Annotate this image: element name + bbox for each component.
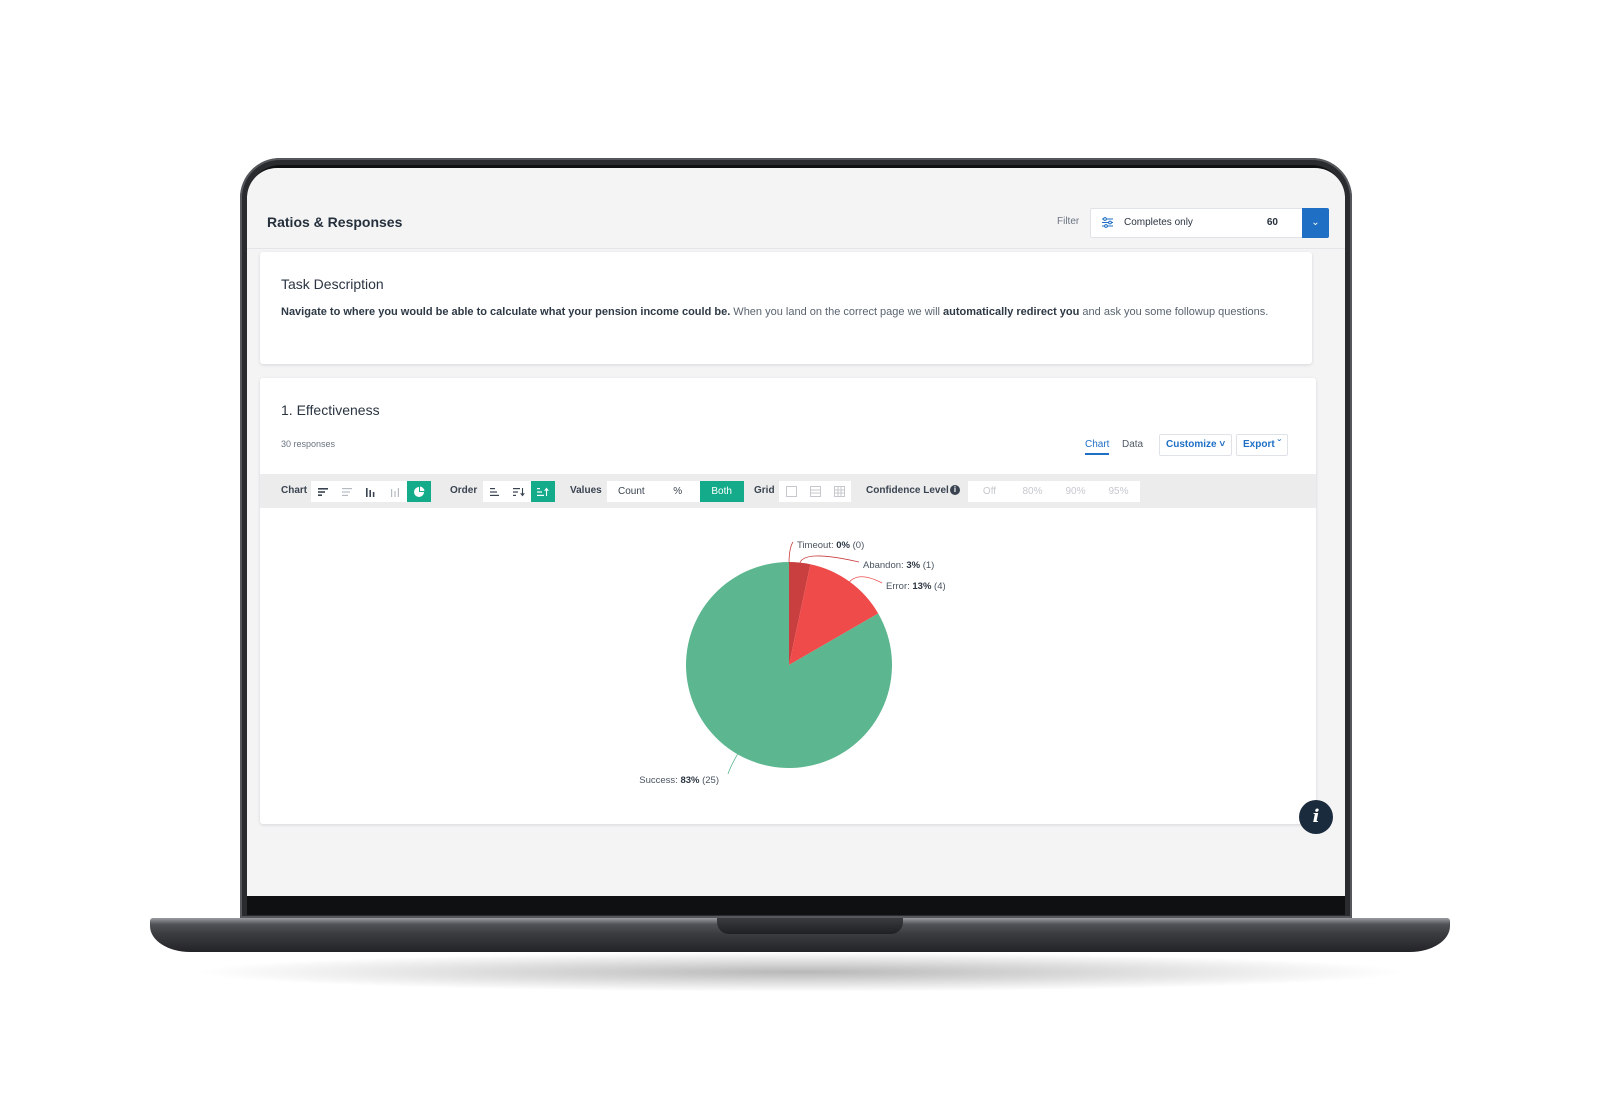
filter-dropdown-button[interactable]: ⌄ bbox=[1302, 208, 1329, 238]
sliders-icon bbox=[1102, 217, 1113, 228]
page-title: Ratios & Responses bbox=[267, 214, 403, 230]
sort-default-icon[interactable] bbox=[483, 481, 507, 502]
responses-count: 30 responses bbox=[281, 439, 336, 449]
grid-none-icon[interactable] bbox=[779, 481, 803, 502]
chevron-down-icon: ⌄ bbox=[1311, 217, 1320, 228]
leader-line-timeout bbox=[788, 541, 794, 565]
sort-ascending-icon[interactable] bbox=[531, 481, 555, 502]
values-group: Count % Both bbox=[607, 481, 744, 502]
grid-label: Grid bbox=[754, 485, 775, 496]
pie-label-error: Error: 13% (4) bbox=[886, 581, 946, 592]
leader-line-abandon bbox=[799, 555, 860, 565]
effectiveness-card: 1. Effectiveness 30 responses Chart Data… bbox=[260, 378, 1316, 824]
customize-label: Customize bbox=[1166, 439, 1217, 450]
confidence-80-button[interactable]: 80% bbox=[1011, 481, 1054, 502]
order-label: Order bbox=[450, 485, 478, 496]
grid-rows-icon[interactable] bbox=[803, 481, 827, 502]
chart-type-group bbox=[311, 481, 431, 502]
confidence-95-button[interactable]: 95% bbox=[1097, 481, 1140, 502]
task-text-plain-1: When you land on the correct page we wil… bbox=[730, 306, 944, 318]
order-group bbox=[483, 481, 555, 502]
confidence-label: Confidence Level bbox=[866, 485, 949, 496]
bar-horizontal-icon[interactable] bbox=[311, 481, 335, 502]
chevron-up-icon: ˅ bbox=[1219, 439, 1226, 450]
header-bar: Ratios & Responses Filter Completes only… bbox=[247, 196, 1345, 249]
info-icon[interactable]: i bbox=[950, 485, 960, 495]
values-label: Values bbox=[570, 485, 602, 496]
chart-area: Timeout: 0% (0) Abandon: 3% (1) Error: 13%… bbox=[260, 508, 1316, 824]
column-stacked-icon[interactable] bbox=[383, 481, 407, 502]
chart-toolbar: Chart Order Values Count % Both Grid Con… bbox=[260, 474, 1316, 508]
screen: Ratios & Responses Filter Completes only… bbox=[247, 168, 1345, 896]
bar-vertical-icon[interactable] bbox=[359, 481, 383, 502]
filter-count: 60 bbox=[1266, 217, 1278, 228]
filter-label: Filter bbox=[1057, 216, 1080, 227]
customize-button[interactable]: Customize ˅ bbox=[1159, 434, 1233, 456]
grid-group bbox=[779, 481, 851, 502]
values-count-button[interactable]: Count bbox=[607, 481, 656, 502]
laptop-shadow bbox=[190, 952, 1410, 992]
sort-descending-icon[interactable] bbox=[507, 481, 531, 502]
task-text-bold-2: automatically redirect you bbox=[943, 306, 1080, 318]
chart-type-label: Chart bbox=[281, 485, 308, 496]
task-text-bold-1: Navigate to where you would be able to c… bbox=[281, 306, 731, 318]
confidence-group: Off 80% 90% 95% bbox=[968, 481, 1140, 502]
filter-value: Completes only bbox=[1124, 217, 1193, 228]
pie-label-abandon: Abandon: 3% (1) bbox=[863, 560, 934, 571]
tab-data[interactable]: Data bbox=[1122, 439, 1143, 450]
export-label: Export bbox=[1243, 439, 1275, 450]
pie-label-success: Success: 83% (25) bbox=[639, 775, 719, 786]
task-heading: Task Description bbox=[281, 276, 384, 292]
effectiveness-heading: 1. Effectiveness bbox=[281, 402, 380, 418]
laptop-notch bbox=[717, 918, 903, 934]
chevron-down-icon: ˇ bbox=[1277, 439, 1281, 450]
export-button[interactable]: Export ˇ bbox=[1236, 434, 1288, 456]
leader-line-success bbox=[727, 752, 739, 775]
pie-chart-icon[interactable] bbox=[407, 481, 431, 502]
values-percent-button[interactable]: % bbox=[656, 481, 700, 502]
task-text: Navigate to where you would be able to c… bbox=[281, 302, 1271, 323]
confidence-off-button[interactable]: Off bbox=[968, 481, 1011, 502]
help-info-button[interactable]: i bbox=[1299, 800, 1333, 834]
values-both-button[interactable]: Both bbox=[699, 481, 744, 502]
task-description-card: Task Description Navigate to where you w… bbox=[260, 252, 1312, 364]
bar-stacked-icon[interactable] bbox=[335, 481, 359, 502]
confidence-90-button[interactable]: 90% bbox=[1054, 481, 1097, 502]
tab-chart[interactable]: Chart bbox=[1085, 439, 1110, 455]
pie-chart: Timeout: 0% (0) Abandon: 3% (1) Error: 13%… bbox=[639, 540, 946, 786]
task-text-plain-2: and ask you some followup questions. bbox=[1079, 306, 1269, 318]
pie-label-timeout: Timeout: 0% (0) bbox=[797, 540, 864, 551]
filter-select[interactable]: Completes only 60 ⌄ bbox=[1090, 208, 1329, 238]
grid-full-icon[interactable] bbox=[827, 481, 851, 502]
leader-line-error bbox=[848, 576, 883, 584]
